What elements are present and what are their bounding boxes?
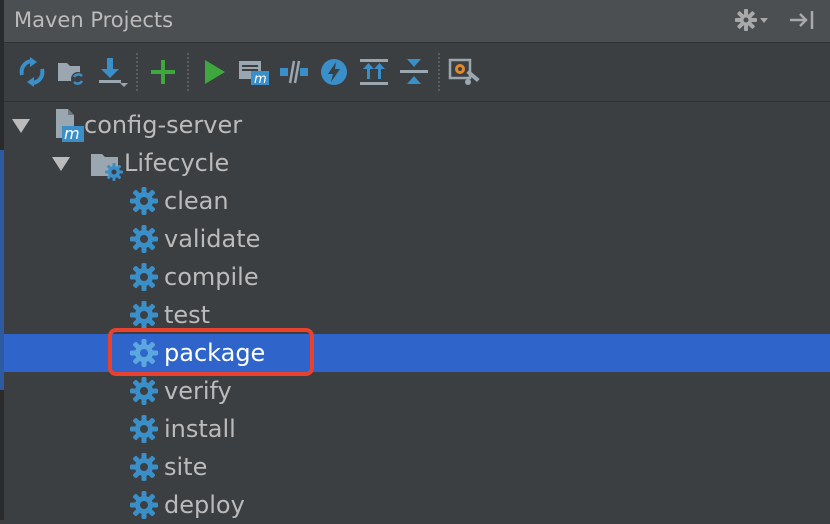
- gear-icon: [130, 415, 158, 443]
- execute-goal-button[interactable]: m: [234, 52, 274, 92]
- project-name: config-server: [84, 111, 243, 139]
- toggle-offline-button[interactable]: [274, 52, 314, 92]
- play-icon: [205, 60, 225, 84]
- folder-refresh-icon: [58, 63, 85, 86]
- maven-tree: m config-server Lifecycle clean validate: [4, 104, 830, 520]
- generate-sources-button[interactable]: [52, 52, 92, 92]
- toolbar-separator: [438, 53, 441, 91]
- lifecycle-goal-clean[interactable]: clean: [4, 182, 830, 220]
- lifecycle-goal-test[interactable]: test: [4, 296, 830, 334]
- gear-icon: [735, 9, 768, 31]
- lifecycle-folder-icon: [91, 154, 123, 181]
- gear-icon: [130, 339, 158, 367]
- add-button[interactable]: [143, 52, 183, 92]
- collapse-all-button[interactable]: [394, 52, 434, 92]
- maven-goal-icon: m: [239, 61, 269, 87]
- toolbar-separator: [187, 53, 190, 91]
- svg-text:m: m: [254, 72, 267, 87]
- lifecycle-goal-deploy[interactable]: deploy: [4, 486, 830, 524]
- offline-icon: [280, 60, 308, 84]
- skip-tests-button[interactable]: [314, 52, 354, 92]
- maven-module-icon: m: [56, 109, 84, 143]
- gear-icon: [130, 263, 158, 291]
- lifecycle-goal-install[interactable]: install: [4, 410, 830, 448]
- goal-label: validate: [164, 225, 261, 253]
- plus-icon: [151, 60, 175, 84]
- refresh-icon: [19, 57, 45, 87]
- gear-icon: [130, 225, 158, 253]
- gear-icon: [130, 491, 158, 519]
- lifecycle-label: Lifecycle: [124, 149, 230, 177]
- goal-label: verify: [164, 377, 232, 405]
- panel-title: Maven Projects: [14, 8, 174, 32]
- toolbar-separator: [136, 53, 139, 91]
- goal-label: install: [164, 415, 236, 443]
- collapse-icon: [400, 59, 428, 84]
- settings-dropdown-button[interactable]: [734, 6, 770, 34]
- maven-settings-button[interactable]: [445, 52, 485, 92]
- maven-toolbar: m: [4, 43, 830, 102]
- svg-text:m: m: [64, 124, 80, 143]
- panel-header: Maven Projects: [4, 0, 830, 43]
- lifecycle-goal-verify[interactable]: verify: [4, 372, 830, 410]
- run-button[interactable]: [194, 52, 234, 92]
- lightning-icon: [321, 59, 347, 85]
- reimport-button[interactable]: [12, 52, 52, 92]
- hide-panel-icon: [790, 11, 814, 29]
- tree-node-project[interactable]: m config-server: [4, 106, 830, 144]
- gear-icon: [130, 187, 158, 215]
- gear-icon: [130, 377, 158, 405]
- lifecycle-goal-validate[interactable]: validate: [4, 220, 830, 258]
- download-button[interactable]: [92, 52, 132, 92]
- goal-label: package: [164, 339, 266, 367]
- download-icon: [99, 58, 128, 87]
- expand-arrow-icon[interactable]: [12, 119, 30, 133]
- show-dependencies-button[interactable]: [354, 52, 394, 92]
- goal-label: site: [164, 453, 208, 481]
- lifecycle-goal-package[interactable]: package: [4, 334, 830, 372]
- goal-label: deploy: [164, 491, 245, 519]
- goal-label: clean: [164, 187, 229, 215]
- tree-node-lifecycle[interactable]: Lifecycle: [4, 144, 830, 182]
- goal-label: test: [164, 301, 211, 329]
- gear-icon: [130, 301, 158, 329]
- hide-panel-button[interactable]: [784, 6, 820, 34]
- lifecycle-goal-site[interactable]: site: [4, 448, 830, 486]
- goal-label: compile: [164, 263, 259, 291]
- dependencies-icon: [360, 59, 388, 85]
- expand-arrow-icon[interactable]: [52, 157, 70, 171]
- maven-settings-icon: [448, 58, 480, 85]
- gear-icon: [130, 453, 158, 481]
- lifecycle-goal-compile[interactable]: compile: [4, 258, 830, 296]
